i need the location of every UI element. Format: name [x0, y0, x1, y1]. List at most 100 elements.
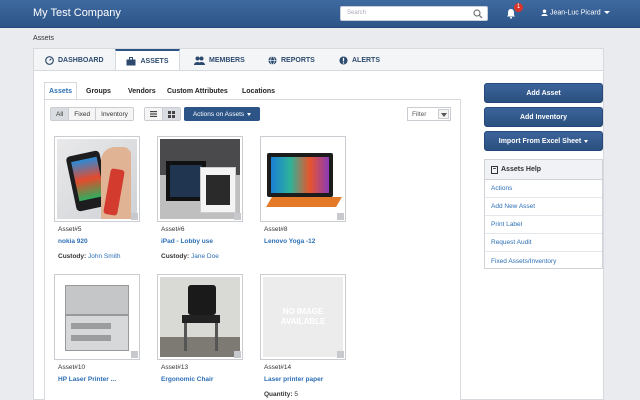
view-toggle-group — [144, 107, 181, 121]
search-placeholder: Search — [347, 10, 367, 16]
asset-thumbnail[interactable] — [54, 136, 140, 222]
asset-thumbnail[interactable]: NO IMAGE AVAILABLE — [260, 274, 346, 360]
help-header: Assets Help — [485, 160, 602, 180]
help-link-print-label[interactable]: Print Label — [485, 216, 602, 234]
asset-card[interactable]: Asset#8 Lenovo Yoga -12 — [260, 136, 346, 266]
filter-select[interactable]: Filter — [407, 107, 451, 121]
asset-name-link[interactable]: nokia 920 — [58, 238, 88, 245]
assets-help-panel: Assets Help Actions Add New Asset Print … — [484, 159, 603, 269]
asset-name-link[interactable]: iPad - Lobby use — [161, 238, 213, 245]
subtab-locations[interactable]: Locations — [242, 82, 275, 100]
asset-id: Asset#8 — [264, 226, 288, 233]
help-title: Assets Help — [501, 166, 542, 173]
asset-id: Asset#14 — [264, 364, 292, 371]
tab-alerts[interactable]: ALERTS — [339, 49, 380, 71]
help-link-request-audit[interactable]: Request Audit — [485, 234, 602, 252]
asset-id: Asset#10 — [58, 364, 86, 371]
actions-label: Actions on Assets — [192, 110, 245, 118]
alert-icon — [339, 55, 348, 65]
asset-card[interactable]: Asset#6 iPad - Lobby use Custody: Jane D… — [157, 136, 243, 266]
asset-thumbnail[interactable] — [157, 274, 243, 360]
chevron-down-icon — [438, 109, 449, 119]
import-label: Import From Excel Sheet — [498, 137, 582, 145]
tab-label: MEMBERS — [209, 56, 245, 64]
asset-id: Asset#5 — [58, 226, 82, 233]
subtab-assets[interactable]: Assets — [44, 82, 77, 100]
chevron-down-icon — [603, 11, 610, 14]
asset-custody: Custody: Jane Doe — [161, 253, 219, 260]
search-icon[interactable] — [473, 9, 483, 19]
card-corner-icon — [131, 213, 138, 220]
notification-badge: 1 — [514, 3, 523, 12]
list-icon — [150, 111, 157, 117]
custody-label: Custody: — [161, 253, 190, 260]
card-corner-icon — [234, 213, 241, 220]
subtab-vendors[interactable]: Vendors — [128, 82, 156, 100]
filter-all-button[interactable]: All — [51, 108, 70, 120]
dashboard-icon — [45, 55, 54, 65]
globe-icon — [268, 55, 277, 65]
tab-reports[interactable]: REPORTS — [268, 49, 315, 71]
asset-id: Asset#6 — [161, 226, 185, 233]
asset-card[interactable]: Asset#13 Ergonomic Chair — [157, 274, 243, 400]
card-corner-icon — [234, 351, 241, 358]
add-inventory-button[interactable]: Add Inventory — [484, 107, 603, 127]
tab-label: DASHBOARD — [58, 56, 104, 64]
quantity-label: Quantity: — [264, 391, 293, 398]
grid-view-button[interactable] — [163, 108, 180, 120]
list-view-button[interactable] — [145, 108, 163, 120]
tab-assets[interactable]: ASSETS — [115, 49, 180, 72]
asset-name-link[interactable]: Lenovo Yoga -12 — [264, 238, 315, 245]
type-filter-group: All Fixed Inventory — [50, 107, 134, 121]
card-corner-icon — [337, 213, 344, 220]
company-name[interactable]: My Test Company — [33, 7, 121, 19]
asset-quantity: Quantity: 5 — [264, 391, 298, 398]
asset-id: Asset#13 — [161, 364, 189, 371]
asset-card[interactable]: Asset#5 nokia 920 Custody: John Smith — [54, 136, 140, 266]
asset-custody: Custody: John Smith — [58, 253, 121, 260]
search-input[interactable]: Search — [340, 6, 488, 21]
asset-thumbnail[interactable] — [54, 274, 140, 360]
tab-members[interactable]: MEMBERS — [194, 49, 245, 71]
help-link-actions[interactable]: Actions — [485, 180, 602, 198]
tab-dashboard[interactable]: DASHBOARD — [45, 49, 104, 71]
asset-card[interactable]: Asset#10 HP Laser Printer ... — [54, 274, 140, 400]
help-link-fixed-assets-inventory[interactable]: Fixed Assets/Inventory — [485, 252, 602, 270]
user-menu[interactable]: Jean-Luc Picard — [541, 9, 610, 16]
tab-label: ASSETS — [140, 58, 169, 65]
card-corner-icon — [131, 351, 138, 358]
tab-label: ALERTS — [352, 56, 380, 64]
import-excel-button[interactable]: Import From Excel Sheet — [484, 131, 603, 151]
subtab-custom-attributes[interactable]: Custom Attributes — [167, 82, 228, 100]
breadcrumb: Assets — [33, 35, 55, 42]
asset-thumbnail[interactable] — [157, 136, 243, 222]
user-name: Jean-Luc Picard — [550, 9, 601, 17]
tab-label: REPORTS — [281, 56, 315, 64]
grid-icon — [168, 110, 175, 118]
filter-fixed-button[interactable]: Fixed — [69, 108, 97, 120]
actions-on-assets-button[interactable]: Actions on Assets — [184, 107, 260, 121]
top-navbar: My Test Company Search 1 Jean-Luc Picard — [0, 0, 640, 28]
asset-name-link[interactable]: Laser printer paper — [264, 376, 323, 383]
custody-label: Custody: — [58, 253, 87, 260]
asset-thumbnail[interactable] — [260, 136, 346, 222]
asset-name-link[interactable]: HP Laser Printer ... — [58, 376, 116, 383]
briefcase-icon — [126, 57, 136, 66]
custody-user-link[interactable]: John Smith — [88, 253, 121, 260]
filter-label: Filter — [412, 111, 427, 118]
book-icon — [491, 165, 498, 174]
asset-name-link[interactable]: Ergonomic Chair — [161, 376, 213, 383]
asset-card[interactable]: NO IMAGE AVAILABLE Asset#14 Laser printe… — [260, 274, 346, 400]
subtab-groups[interactable]: Groups — [86, 82, 111, 100]
card-corner-icon — [337, 351, 344, 358]
quantity-value: 5 — [294, 391, 298, 398]
main-nav: DASHBOARD ASSETS MEMBERS REPORTS ALERTS — [33, 48, 604, 72]
help-link-add-new-asset[interactable]: Add New Asset — [485, 198, 602, 216]
chevron-down-icon — [247, 112, 252, 116]
users-icon — [194, 56, 205, 65]
filter-inventory-button[interactable]: Inventory — [96, 108, 133, 120]
custody-user-link[interactable]: Jane Doe — [191, 253, 219, 260]
add-asset-button[interactable]: Add Asset — [484, 83, 603, 103]
user-icon — [541, 9, 548, 16]
no-image-placeholder: NO IMAGE AVAILABLE — [280, 307, 326, 326]
